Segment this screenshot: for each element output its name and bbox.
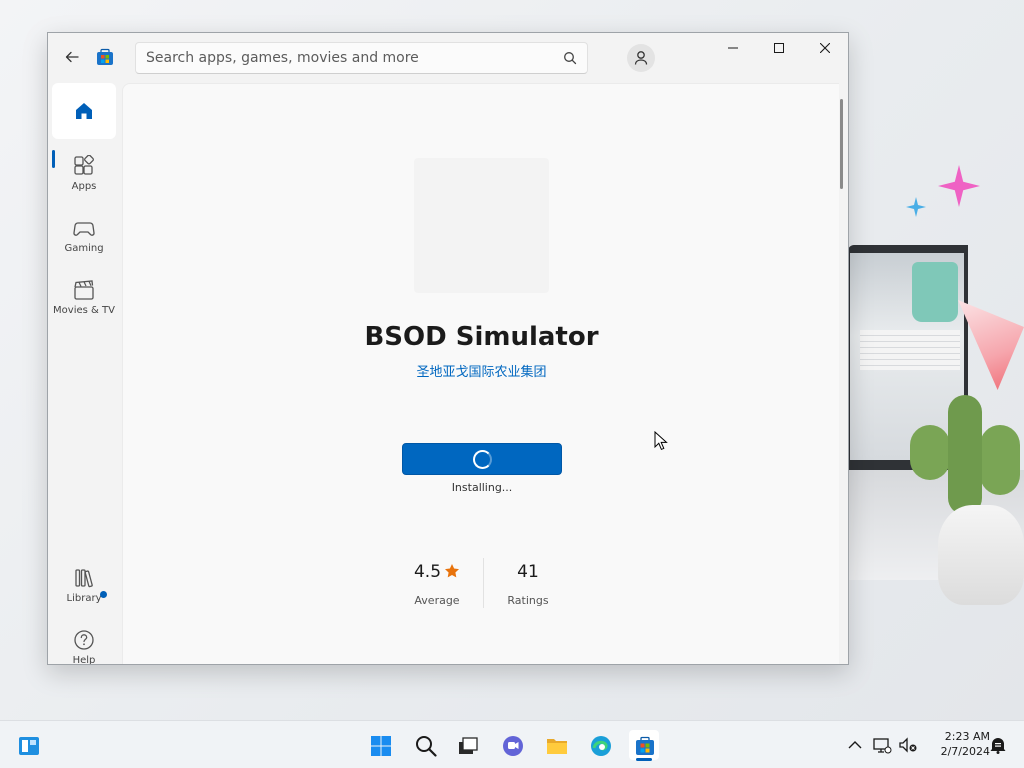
sparkle-decoration — [938, 165, 980, 207]
app-details-page: BSOD Simulator 圣地亚戈国际农业集团 Installing... … — [122, 83, 839, 664]
update-badge — [100, 591, 107, 598]
windows-logo-icon — [371, 736, 391, 756]
sidebar-item-label: Apps — [71, 181, 97, 192]
wallpaper-cactus — [948, 395, 982, 515]
clock[interactable]: 2:23 AM 2/7/2024 — [924, 729, 990, 759]
taskbar: 2:23 AM 2/7/2024 — [0, 720, 1024, 768]
sidebar-item-library[interactable]: Library — [52, 561, 116, 617]
edge-browser-icon — [591, 736, 611, 756]
app-icon — [414, 158, 549, 293]
mouse-cursor-icon — [654, 431, 668, 451]
home-icon — [76, 103, 92, 119]
maximize-button[interactable] — [756, 33, 802, 65]
chevron-up-icon[interactable] — [845, 735, 865, 755]
clock-time: 2:23 AM — [944, 730, 990, 743]
wallpaper-books — [860, 330, 960, 370]
wallpaper-cactus — [910, 425, 950, 480]
person-icon — [634, 51, 648, 65]
file-explorer-button[interactable] — [541, 730, 571, 760]
widgets-icon — [19, 737, 39, 755]
app-title: BSOD Simulator — [364, 322, 599, 352]
rating-value: 4.5 — [413, 562, 442, 582]
maximize-icon — [774, 43, 784, 53]
sidebar-item-home[interactable] — [52, 83, 116, 139]
ratings-count: 41 — [517, 562, 539, 582]
sidebar-item-apps[interactable]: Apps — [52, 149, 116, 205]
network-icon[interactable] — [872, 735, 892, 755]
teams-chat-button[interactable] — [497, 730, 527, 760]
gamepad-icon — [73, 222, 95, 236]
search-icon — [416, 736, 437, 757]
sidebar-item-help[interactable]: Help — [52, 623, 116, 665]
edge-browser-button[interactable] — [585, 730, 615, 760]
notification-icon[interactable] — [988, 735, 1008, 755]
task-view-icon — [459, 737, 478, 754]
loading-spinner-icon — [473, 450, 492, 469]
title-bar — [48, 33, 848, 83]
minimize-icon — [728, 47, 738, 49]
help-icon — [74, 630, 94, 650]
apps-icon — [74, 155, 94, 175]
stats-divider — [483, 558, 484, 608]
sparkle-decoration — [906, 197, 926, 217]
store-window: Apps Gaming Movies & TV Library — [47, 32, 849, 665]
clapperboard-icon — [74, 280, 94, 300]
wallpaper-mug — [912, 262, 958, 322]
arrow-left-icon — [65, 51, 79, 63]
clock-date: 2/7/2024 — [940, 745, 990, 758]
folder-icon — [547, 739, 567, 754]
search-box[interactable] — [135, 42, 588, 74]
widgets-button[interactable] — [13, 730, 43, 760]
scrollbar[interactable] — [840, 99, 843, 189]
sidebar-item-label: Help — [72, 655, 96, 665]
library-icon — [75, 569, 93, 588]
publisher-link[interactable]: 圣地亚戈国际农业集团 — [283, 361, 680, 380]
sidebar-item-label: Gaming — [64, 243, 104, 254]
rating-label: Average — [414, 594, 460, 607]
task-view-button[interactable] — [452, 730, 482, 760]
install-status: Installing... — [451, 481, 513, 494]
rating-value-block: 4.5 — [405, 562, 469, 582]
sidebar-item-movies-tv[interactable]: Movies & TV — [52, 273, 116, 329]
store-logo-icon — [97, 48, 113, 65]
start-button[interactable] — [365, 730, 395, 760]
chat-icon — [503, 736, 523, 756]
store-icon — [636, 736, 654, 755]
ratings-count-label: Ratings — [507, 594, 549, 607]
store-taskbar-button[interactable] — [629, 730, 659, 760]
wallpaper-plant-pot — [938, 505, 1024, 605]
search-button[interactable] — [410, 730, 440, 760]
close-icon — [819, 42, 831, 54]
account-button[interactable] — [627, 44, 655, 72]
sidebar-item-label: Movies & TV — [53, 305, 115, 316]
wallpaper-cactus — [980, 425, 1020, 495]
star-icon — [445, 564, 460, 578]
search-icon[interactable] — [563, 51, 577, 65]
volume-muted-icon[interactable] — [898, 735, 918, 755]
sidebar-item-gaming[interactable]: Gaming — [52, 211, 116, 267]
active-app-indicator — [636, 758, 652, 761]
minimize-button[interactable] — [710, 33, 756, 65]
install-button[interactable] — [402, 443, 562, 475]
search-input[interactable] — [146, 47, 546, 69]
close-button[interactable] — [802, 33, 848, 65]
back-button[interactable] — [60, 45, 84, 69]
sidebar-nav: Apps Gaming Movies & TV Library Help — [48, 83, 122, 665]
